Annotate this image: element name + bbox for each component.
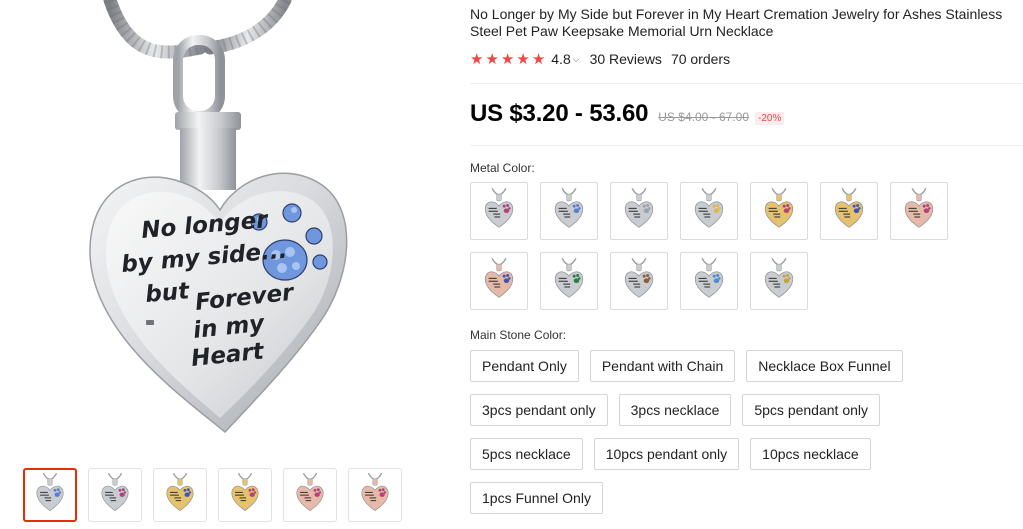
metal-color-swatch-8[interactable]	[470, 252, 528, 310]
divider	[470, 83, 1023, 84]
pendant-silver-thumb	[28, 471, 72, 520]
thumbnail-2[interactable]	[88, 468, 142, 522]
metal-color-swatches	[470, 182, 970, 310]
discount-badge: -20%	[755, 112, 785, 125]
thumbnail-3[interactable]	[153, 468, 207, 522]
pendant-silver-swatch	[616, 256, 662, 307]
main-stone-color-options: Pendant Only Pendant with Chain Necklace B…	[470, 350, 940, 514]
metal-color-swatch-2[interactable]	[540, 182, 598, 240]
price-row: US $3.20 - 53.60 US $4.00 - 67.00 -20%	[470, 100, 785, 128]
stone-option-8[interactable]: 10pcs pendant only	[593, 438, 740, 470]
product-title: No Longer by My Side but Forever in My H…	[470, 6, 1003, 39]
thumbnail-5[interactable]	[283, 468, 337, 522]
pendant-silver-swatch	[546, 256, 592, 307]
rating-stars: ★ ★ ★ ★ ★	[470, 52, 545, 67]
metal-color-swatch-12[interactable]	[750, 252, 808, 310]
pendant-silver-swatch	[686, 186, 732, 237]
pendant-gold-thumb	[158, 471, 202, 520]
stone-option-9[interactable]: 10pcs necklace	[750, 438, 871, 470]
metal-color-swatch-6[interactable]	[820, 182, 878, 240]
image-gallery: No longer by my side... but Forever in m…	[0, 0, 455, 529]
pendant-silver-thumb	[93, 471, 137, 520]
star-icon: ★	[470, 50, 484, 68]
stone-option-4[interactable]: 3pcs pendant only	[470, 394, 608, 426]
metal-color-swatch-9[interactable]	[540, 252, 598, 310]
metal-color-swatch-3[interactable]	[610, 182, 668, 240]
pendant-gold-thumb	[223, 471, 267, 520]
metal-color-swatch-10[interactable]	[610, 252, 668, 310]
heart-pendant-image: No longer by my side... but Forever in m…	[89, 0, 348, 434]
pendant-silver-swatch	[616, 186, 662, 237]
product-info: No Longer by My Side but Forever in My H…	[470, 0, 1023, 529]
metal-color-label: Metal Color:	[470, 161, 535, 175]
stone-option-10[interactable]: 1pcs Funnel Only	[470, 482, 603, 514]
pendant-rose-swatch	[476, 256, 522, 307]
thumbnail-6[interactable]	[348, 468, 402, 522]
metal-color-swatch-11[interactable]	[680, 252, 738, 310]
stone-option-2[interactable]: Pendant with Chain	[589, 350, 736, 382]
stone-option-5[interactable]: 3pcs necklace	[618, 394, 732, 426]
metal-color-swatch-1[interactable]	[470, 182, 528, 240]
pendant-gold-swatch	[756, 186, 802, 237]
stone-option-7[interactable]: 5pcs necklace	[470, 438, 583, 470]
stone-option-6[interactable]: 5pcs pendant only	[742, 394, 880, 426]
metal-color-swatch-7[interactable]	[890, 182, 948, 240]
current-price: US $3.20 - 53.60	[470, 100, 649, 127]
chevron-down-icon[interactable]: ⌵	[573, 54, 580, 65]
thumbnail-1[interactable]	[23, 468, 77, 522]
metal-color-swatch-4[interactable]	[680, 182, 738, 240]
stone-option-1[interactable]: Pendant Only	[470, 350, 579, 382]
main-product-image[interactable]: No longer by my side... but Forever in m…	[60, 0, 390, 450]
original-price: US $4.00 - 67.00	[658, 110, 749, 124]
star-icon: ★	[485, 50, 499, 68]
pendant-rose-thumb	[353, 471, 397, 520]
pendant-silver-swatch	[756, 256, 802, 307]
divider	[470, 145, 1023, 146]
pendant-gold-swatch	[826, 186, 872, 237]
metal-color-swatch-5[interactable]	[750, 182, 808, 240]
pendant-silver-swatch	[686, 256, 732, 307]
thumbnail-4[interactable]	[218, 468, 272, 522]
star-icon: ★	[531, 50, 546, 68]
star-icon: ★	[516, 50, 530, 68]
pendant-silver-swatch	[476, 186, 522, 237]
orders-count: 70 orders	[670, 51, 731, 67]
star-icon: ★	[500, 50, 515, 68]
pendant-rose-swatch	[896, 186, 942, 237]
pendant-silver-swatch	[546, 186, 592, 237]
rating-row: ★ ★ ★ ★ ★ 4.8 ⌵ 30 Reviews 70 orders	[470, 50, 730, 68]
engraving-line-3: but	[144, 278, 191, 308]
stone-option-3[interactable]: Necklace Box Funnel	[746, 350, 903, 382]
thumbnail-strip	[23, 468, 402, 522]
pendant-rose-thumb	[288, 471, 332, 520]
rating-value[interactable]: 4.8	[551, 51, 570, 67]
main-stone-color-label: Main Stone Color:	[470, 328, 567, 342]
reviews-link[interactable]: 30 Reviews	[590, 51, 662, 67]
